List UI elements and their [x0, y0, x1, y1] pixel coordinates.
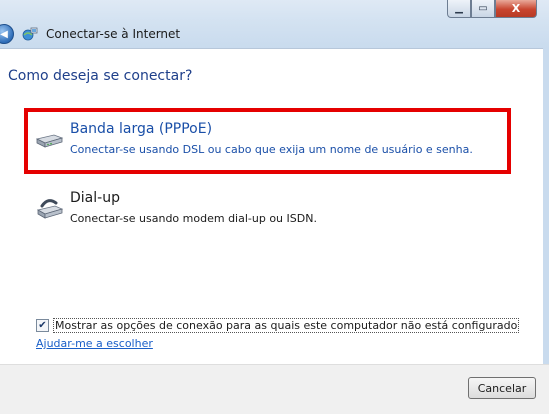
network-globe-icon	[22, 26, 38, 42]
option-broadband[interactable]: Banda larga (PPPoE) Conectar-se usando D…	[34, 121, 474, 165]
help-me-choose-link[interactable]: Ajudar-me a escolher	[36, 337, 153, 350]
back-arrow-icon: ◀	[0, 28, 8, 40]
maximize-icon: ▭	[478, 3, 488, 14]
window-right-border	[543, 48, 549, 364]
minimize-button[interactable]: ▁	[447, 0, 471, 18]
close-button[interactable]: X	[495, 0, 537, 18]
nav-row: ◀ Conectar-se à Internet	[0, 22, 180, 46]
option-broadband-title: Banda larga (PPPoE)	[70, 121, 213, 137]
window-controls: ▁ ▭ X	[447, 0, 537, 20]
option-dialup-title: Dial-up	[70, 190, 120, 206]
wizard-content: Como deseja se conectar? Banda larga (PP…	[0, 49, 549, 364]
show-all-options-row[interactable]: ✔ Mostrar as opções de conexão para as q…	[36, 318, 520, 333]
option-dialup[interactable]: Dial-up Conectar-se usando modem dial-up…	[34, 190, 474, 234]
option-dialup-description: Conectar-se usando modem dial-up ou ISDN…	[70, 212, 317, 225]
wizard-footer: Cancelar	[0, 364, 549, 414]
close-icon: X	[511, 2, 521, 15]
window-titlebar: ▁ ▭ X ◀ Conectar-se à Internet	[0, 0, 549, 49]
page-title: Como deseja se conectar?	[8, 68, 193, 84]
checkmark-icon: ✔	[38, 319, 47, 331]
minimize-icon: ▁	[455, 3, 463, 14]
window-title: Conectar-se à Internet	[46, 27, 181, 41]
cancel-button[interactable]: Cancelar	[468, 377, 536, 399]
maximize-button[interactable]: ▭	[471, 0, 495, 18]
dialup-modem-icon	[34, 194, 64, 224]
back-button[interactable]: ◀	[0, 24, 14, 44]
option-broadband-description: Conectar-se usando DSL ou cabo que exija…	[70, 143, 473, 156]
show-all-checkbox[interactable]: ✔	[36, 319, 49, 332]
show-all-checkbox-label[interactable]: Mostrar as opções de conexão para as qua…	[53, 318, 520, 333]
broadband-modem-icon	[34, 125, 64, 155]
